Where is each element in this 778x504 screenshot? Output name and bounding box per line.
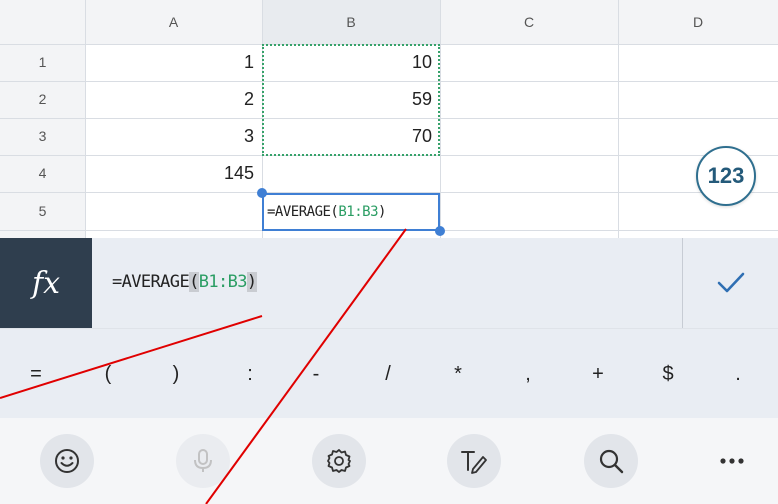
voice-input-button[interactable] xyxy=(176,434,230,488)
edit-cell-suffix: ) xyxy=(378,204,386,220)
cell-a4[interactable]: 145 xyxy=(85,155,262,191)
column-header-d[interactable]: D xyxy=(618,0,778,44)
cell-a1[interactable]: 1 xyxy=(85,44,262,80)
selection-start-handle[interactable] xyxy=(257,188,267,198)
selection-end-handle[interactable] xyxy=(435,226,445,236)
handwriting-icon xyxy=(461,451,487,474)
formula-reference: B1:B3 xyxy=(198,272,248,292)
cell-b4[interactable] xyxy=(262,155,440,191)
column-header-a[interactable]: A xyxy=(85,0,262,44)
cell-a5[interactable] xyxy=(85,193,262,229)
formula-open-paren: ( xyxy=(189,272,199,292)
symbol-key-asterisk[interactable]: * xyxy=(438,329,478,419)
column-header-b[interactable]: B xyxy=(262,0,440,44)
cell-b5-editor[interactable]: =AVERAGE(B1:B3) xyxy=(262,193,440,231)
row-header-4[interactable]: 4 xyxy=(0,155,85,191)
symbol-key-minus[interactable]: - xyxy=(296,329,336,419)
formula-input[interactable]: =AVERAGE(B1:B3) xyxy=(112,264,257,300)
settings-icon xyxy=(327,449,351,473)
symbol-keyboard-row: = ( ) : - / * , + $ . xyxy=(0,328,778,418)
row-header-2[interactable]: 2 xyxy=(0,81,85,117)
function-button[interactable]: fx xyxy=(0,238,92,328)
edit-cell-reference: B1:B3 xyxy=(338,204,379,220)
emoji-icon xyxy=(55,449,79,473)
cell-a3[interactable]: 3 xyxy=(85,118,262,154)
formula-bar: fx =AVERAGE(B1:B3) xyxy=(0,238,778,328)
search-icon xyxy=(599,449,624,474)
more-options-button[interactable] xyxy=(705,434,759,488)
fx-icon: fx xyxy=(31,265,61,301)
reference-range-highlight xyxy=(262,44,440,156)
symbol-key-slash[interactable]: / xyxy=(368,329,408,419)
emoji-button[interactable] xyxy=(40,434,94,488)
handwriting-button[interactable] xyxy=(447,434,501,488)
formula-close-paren: ) xyxy=(246,272,257,292)
symbol-key-colon[interactable]: : xyxy=(230,329,270,419)
microphone-icon xyxy=(194,449,212,472)
cell-a2[interactable]: 2 xyxy=(85,81,262,117)
row-header-3[interactable]: 3 xyxy=(0,118,85,154)
keyboard-toolbar xyxy=(0,418,778,504)
symbol-key-close-paren[interactable]: ) xyxy=(156,329,196,419)
confirm-formula-button[interactable] xyxy=(682,238,778,328)
symbol-key-comma[interactable]: , xyxy=(508,329,548,419)
edit-cell-prefix: =AVERAGE( xyxy=(267,204,339,220)
more-icon xyxy=(720,458,744,464)
symbol-key-dollar[interactable]: $ xyxy=(648,329,688,419)
numeric-keypad-toggle-button[interactable]: 123 xyxy=(696,146,756,206)
row-header-1[interactable]: 1 xyxy=(0,44,85,80)
settings-button[interactable] xyxy=(312,434,366,488)
symbol-key-open-paren[interactable]: ( xyxy=(88,329,128,419)
symbol-key-period[interactable]: . xyxy=(718,329,758,419)
row-header-5[interactable]: 5 xyxy=(0,193,85,229)
checkmark-icon xyxy=(717,272,744,293)
symbol-key-equals[interactable]: = xyxy=(16,329,56,419)
spreadsheet-grid: A B C D 1 2 3 4 5 1 2 3 145 10 59 70 =AV… xyxy=(0,0,778,238)
column-header-c[interactable]: C xyxy=(440,0,618,44)
symbol-key-plus[interactable]: + xyxy=(578,329,618,419)
search-button[interactable] xyxy=(584,434,638,488)
formula-prefix: =AVERAGE xyxy=(112,272,190,292)
